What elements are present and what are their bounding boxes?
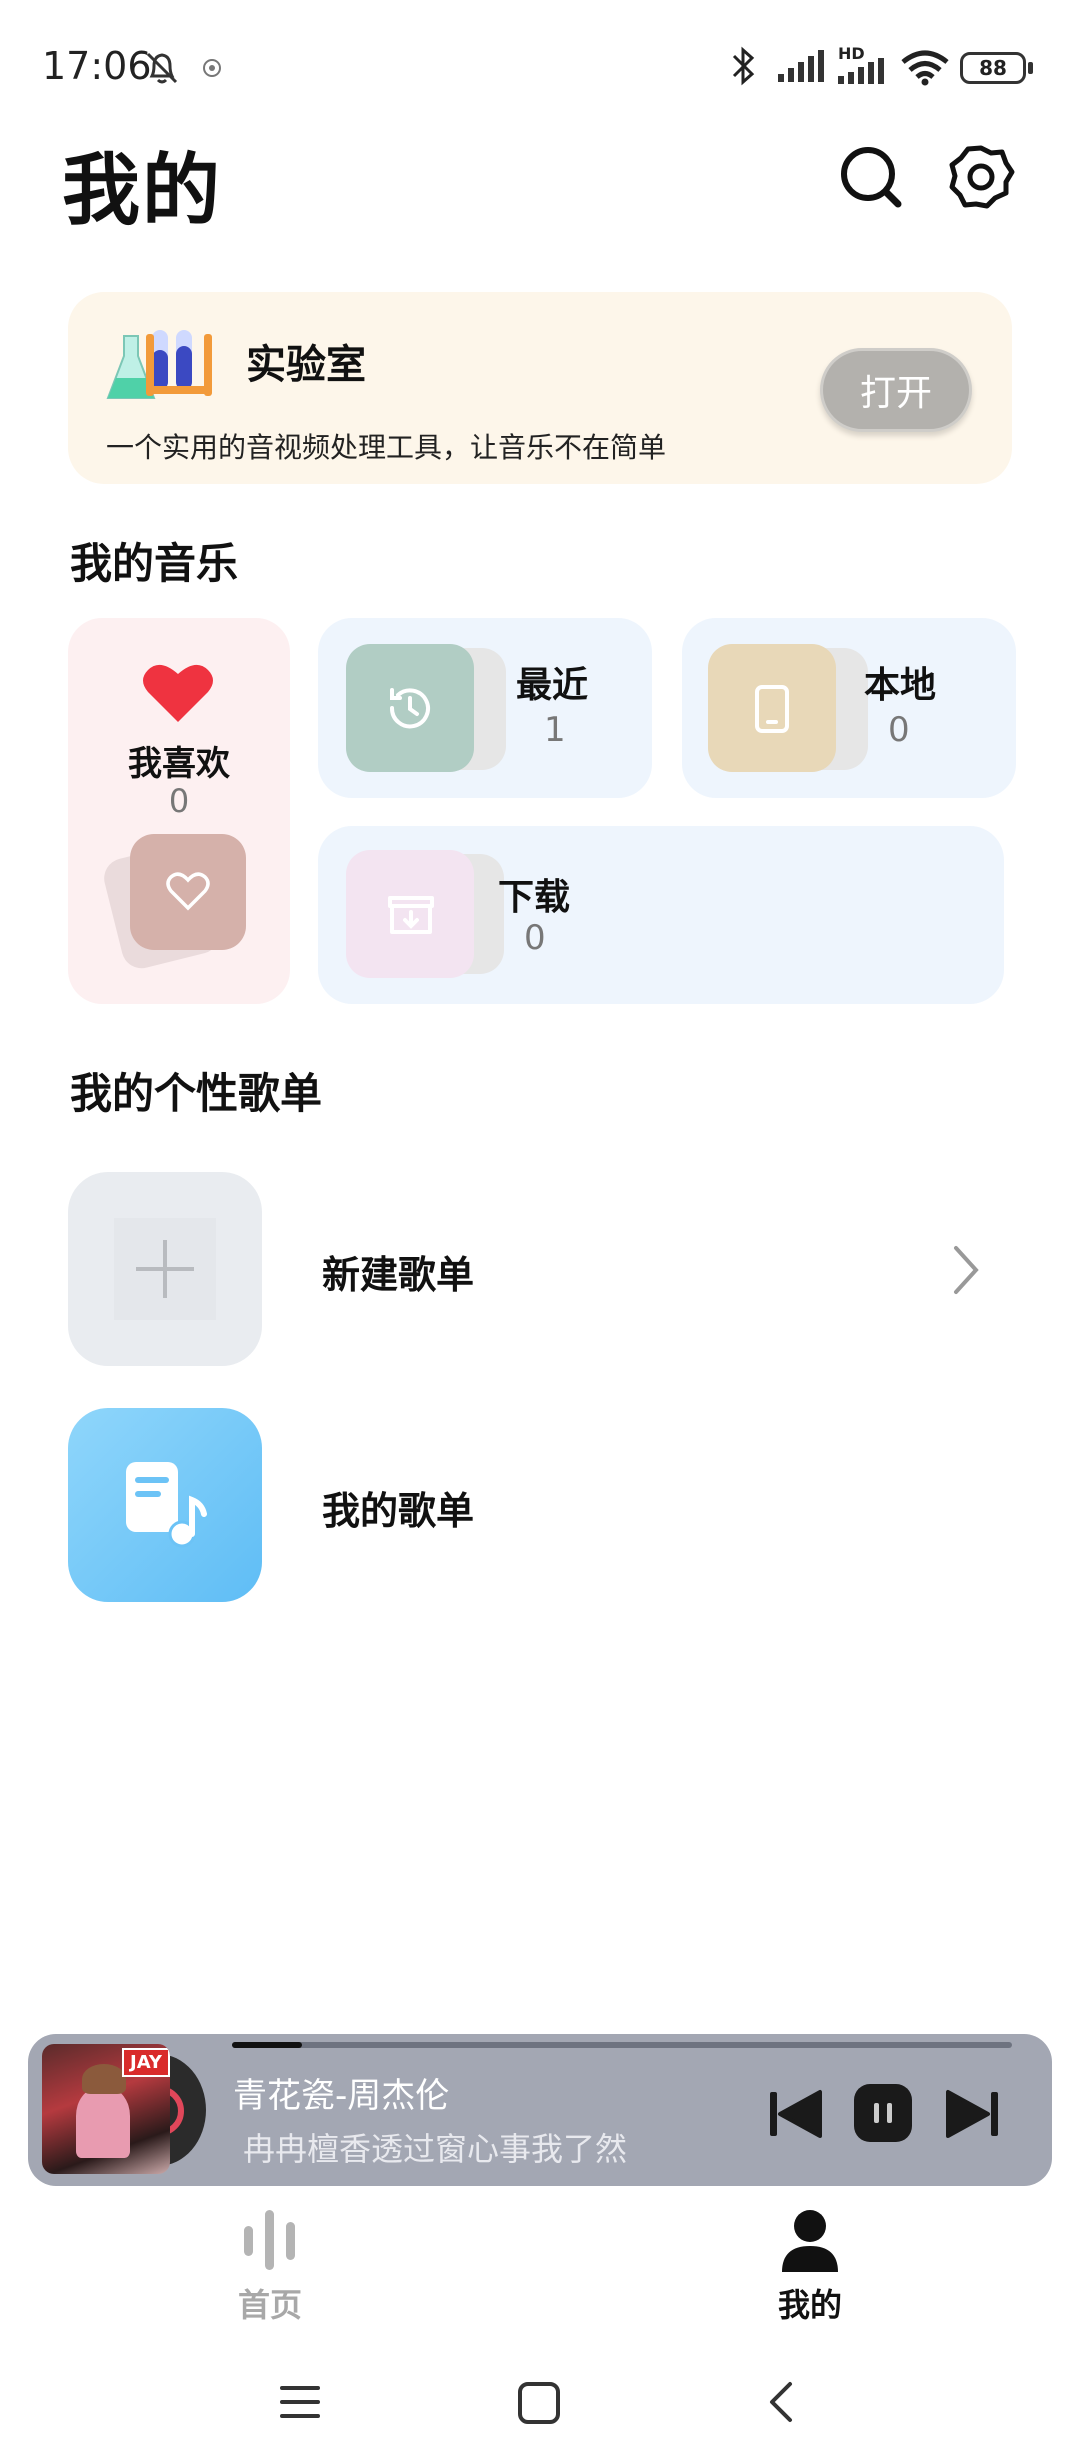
phone-icon: [755, 685, 789, 733]
status-time: 17:06: [42, 44, 152, 88]
downloads-thumb: [346, 850, 474, 978]
playback-progress[interactable]: [232, 2042, 1012, 2048]
recent-tile[interactable]: 最近 1: [318, 618, 652, 798]
my-music-title: 我的音乐: [70, 539, 239, 588]
recent-thumb: [346, 644, 474, 772]
pause-bar-right: [887, 2103, 892, 2123]
lab-card[interactable]: 实验室 一个实用的音视频处理工具，让音乐不在简单 打开: [68, 292, 1012, 484]
lab-flask-icon: [106, 330, 212, 399]
new-playlist-row[interactable]: 新建歌单: [68, 1172, 1012, 1368]
music-document-icon: [126, 1462, 207, 1548]
notification-app-icon: [203, 59, 221, 77]
album-badge: JAY: [122, 2048, 170, 2077]
my-playlist-label: 我的歌单: [322, 1489, 475, 1533]
bluetooth-icon: [732, 46, 755, 86]
gear-icon[interactable]: [946, 142, 1016, 212]
favorites-label: 我喜欢: [128, 744, 230, 784]
system-nav-bar: [0, 2350, 1080, 2460]
downloads-count: 0: [524, 918, 546, 958]
sound-wave-icon: [244, 2210, 295, 2270]
local-thumb: [708, 644, 836, 772]
song-lyric: 冉冉檀香透过窗心事我了然: [243, 2130, 628, 2168]
signal-icon: [778, 50, 824, 82]
album-figure: [76, 2088, 130, 2158]
wifi-icon: [901, 50, 949, 86]
bell-muted-icon: [146, 52, 178, 84]
local-count: 0: [888, 710, 910, 750]
playback-progress-fill: [232, 2042, 303, 2048]
home-square-icon[interactable]: [516, 2380, 562, 2426]
new-playlist-label: 新建歌单: [322, 1253, 475, 1297]
my-playlist-thumb: [68, 1408, 262, 1602]
my-playlist-row[interactable]: 我的歌单: [68, 1408, 1012, 1604]
favorites-thumb: [130, 834, 246, 950]
chevron-right-icon: [954, 1246, 979, 1294]
nav-home-label: 首页: [237, 2286, 302, 2324]
song-title: 青花瓷-周杰伦: [233, 2076, 450, 2116]
lab-title: 实验室: [246, 342, 366, 388]
download-box-icon: [388, 896, 434, 934]
downloads-label: 下载: [498, 877, 571, 918]
menu-icon[interactable]: [278, 2380, 322, 2424]
local-label: 本地: [864, 665, 937, 706]
nav-mine-label: 我的: [777, 2286, 842, 2324]
downloads-tile[interactable]: 下载 0: [318, 826, 1004, 1004]
status-bar: 17:06 HD 88: [0, 0, 1080, 140]
heart-icon: [143, 664, 213, 722]
battery-level: 88: [979, 56, 1007, 80]
next-track-icon[interactable]: [942, 2088, 1002, 2140]
battery-tip: [1028, 62, 1033, 74]
local-tile[interactable]: 本地 0: [682, 618, 1016, 798]
user-icon: [782, 2210, 838, 2272]
recent-label: 最近: [516, 665, 589, 706]
recent-count: 1: [544, 710, 566, 750]
nav-item-mine[interactable]: 我的: [750, 2196, 870, 2326]
playlists-title: 我的个性歌单: [70, 1069, 323, 1118]
signal-icon-2: [838, 58, 884, 84]
album-hat: [82, 2064, 126, 2094]
favorites-count: 0: [168, 782, 190, 820]
back-icon[interactable]: [762, 2378, 798, 2426]
pause-bar-left: [874, 2103, 879, 2123]
nav-item-home[interactable]: 首页: [210, 2196, 330, 2326]
pause-button[interactable]: [854, 2084, 912, 2142]
previous-track-icon[interactable]: [766, 2088, 826, 2140]
new-playlist-thumb: [68, 1172, 262, 1366]
lab-open-button[interactable]: 打开: [820, 348, 972, 432]
plus-icon: [114, 1218, 216, 1320]
mini-player[interactable]: JAY 青花瓷-周杰伦 冉冉檀香透过窗心事我了然: [28, 2034, 1052, 2186]
album-cover: JAY: [42, 2044, 170, 2174]
clock-history-icon: [389, 688, 430, 729]
heart-outline-icon: [166, 872, 210, 911]
page-title: 我的: [62, 146, 223, 236]
lab-description: 一个实用的音视频处理工具，让音乐不在简单: [106, 431, 667, 464]
favorites-tile[interactable]: 我喜欢 0: [68, 618, 290, 1004]
bottom-nav: 首页 我的: [0, 2196, 1080, 2326]
search-icon[interactable]: [836, 142, 906, 212]
battery-icon: 88: [960, 52, 1026, 84]
